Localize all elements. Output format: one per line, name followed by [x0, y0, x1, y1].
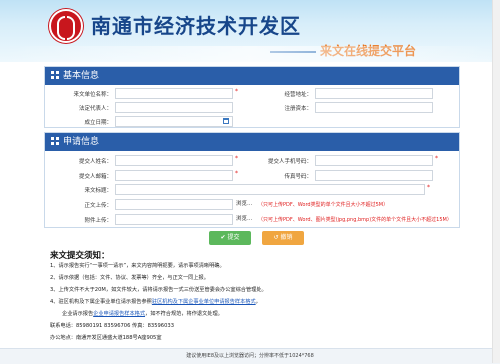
vertical-scrollbar[interactable] [492, 0, 500, 363]
body-browse-button[interactable]: 浏览... [234, 199, 254, 210]
platform-subtitle: 来文在线提交平台 [320, 44, 417, 58]
logo-icon [49, 9, 83, 43]
notice-line-4-tail: ， [255, 299, 261, 305]
established-date-input[interactable] [115, 116, 233, 127]
applicant-info-title: 申请信息 [63, 137, 100, 147]
email-label: 提交人邮箱： [78, 174, 112, 180]
fax-label: 传真号码： [284, 174, 312, 180]
fax-input[interactable] [315, 170, 433, 181]
basic-info-title: 基本信息 [63, 71, 100, 81]
applicant-email-input[interactable] [115, 170, 233, 181]
page-footer: 建议使用IE8及以上浏览器访问；分辨率不低于1024*768 [0, 348, 500, 364]
site-title: 南通市经济技术开发区 [91, 14, 301, 38]
grid-icon [51, 136, 59, 145]
required-star: * [235, 88, 238, 95]
company-template-link[interactable]: 企业申请报告样本格式 [93, 311, 145, 317]
attach-file-input[interactable] [115, 214, 233, 225]
page-header: 南通市经济技术开发区 来文在线提交平台 [0, 0, 500, 62]
established-label: 成立日期： [84, 120, 112, 126]
attach-upload-hint: （只可上传PDF、Word、图片类型(jpg,png,bmp)文件的单个文件且大… [258, 217, 452, 223]
applicant-name-input[interactable] [115, 155, 233, 166]
notice-line-4-text: 4、驻区机构及下属企事业单位请示报告参照 [50, 299, 152, 305]
notice-line-5: 企业请示报告企业申请报告样本格式，如不符合规范，将作退文处理。 [62, 310, 223, 317]
office-address: 办公地点：南通开发区通盛大道188号A座905室 [50, 335, 162, 341]
applicant-phone-input[interactable] [315, 155, 433, 166]
body-upload-hint: （只可上传PDF、Word类型的单个文件且大小不超过5M） [258, 202, 389, 208]
body-file-input[interactable] [115, 199, 233, 210]
legal-rep-input[interactable] [115, 102, 233, 113]
required-star: * [427, 184, 430, 191]
attach-browse-button[interactable]: 浏览... [234, 214, 254, 225]
notice-line-2: 2、请示依据（包括：文件、协议、发票等）齐全，与正文一同上报。 [50, 275, 209, 281]
contact-phone: 联系电话：85980191 83596706 传真：83596033 [50, 323, 175, 329]
capital-label: 注册资本： [284, 106, 312, 112]
name-label: 提交人姓名： [78, 159, 112, 165]
calendar-icon[interactable] [223, 118, 229, 124]
phone-label: 提交人手机号码： [267, 159, 312, 165]
subject-label: 来文标题： [84, 188, 112, 194]
basic-info-header: 基本信息 [45, 67, 459, 85]
capital-input[interactable] [315, 102, 433, 113]
required-star: * [235, 155, 238, 162]
notice-line-3: 3、上传文件不大于20M，如文件较大，请将请示报告一式三份送至管委会办公室综合管… [50, 287, 267, 293]
address-input[interactable] [315, 88, 433, 99]
company-name-label: 来文单位名称： [73, 92, 112, 98]
notice-line-5-text: 企业请示报告 [62, 311, 94, 317]
required-star: * [235, 170, 238, 177]
branch-template-link[interactable]: 驻区机构及下属企事业单位申请报告样本格式 [152, 299, 256, 305]
submit-button[interactable]: ✔ 提交 [209, 231, 251, 245]
notice-line-1: 1、请示报告实行“一事项一请示”，来文内容简明扼要，请示事项清晰明确。 [50, 263, 225, 269]
applicant-info-header: 申请信息 [45, 133, 459, 151]
notice-title: 来文提交须知： [50, 251, 110, 261]
legal-rep-label: 法定代表人： [78, 106, 112, 112]
attach-upload-label: 附件上传： [84, 218, 112, 224]
cancel-button[interactable]: ↺ 撤销 [262, 231, 304, 245]
subtitle-divider [270, 51, 316, 53]
required-star: * [435, 155, 438, 162]
body-upload-label: 正文上传： [84, 203, 112, 209]
grid-icon [51, 70, 59, 79]
notice-line-5-tail: ，如不符合规范，将作退文处理。 [145, 311, 223, 317]
subject-input[interactable] [115, 184, 425, 195]
address-label: 经营地址： [284, 92, 312, 98]
company-name-input[interactable] [115, 88, 233, 99]
notice-line-4: 4、驻区机构及下属企事业单位请示报告参照驻区机构及下属企事业单位申请报告样本格式… [50, 298, 261, 305]
